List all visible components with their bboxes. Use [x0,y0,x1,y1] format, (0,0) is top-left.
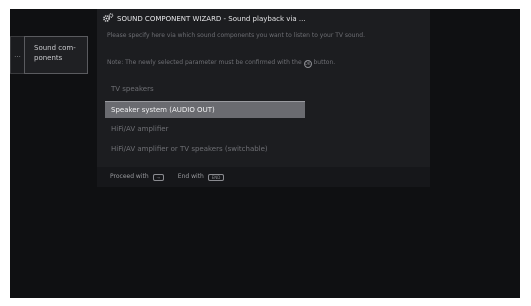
side-menu-item-label-line2: ponents [34,54,63,62]
option-tv-speakers[interactable]: TV speakers [105,81,405,98]
wizard-note-text-end: button. [313,59,336,66]
wizard-title: SOUND COMPONENT WIZARD - Sound playback … [117,14,306,23]
gear-icon [103,13,117,24]
wizard-title-bar: SOUND COMPONENT WIZARD - Sound playback … [103,13,306,24]
arrow-key-icon: → [152,174,164,181]
end-key-icon: END [207,174,225,181]
wizard-note: Note: The newly selected parameter must … [107,58,425,68]
side-menu-back[interactable]: ... [10,36,24,74]
option-speaker-system[interactable]: Speaker system (AUDIO OUT) [105,101,305,118]
proceed-label: Proceed with [110,173,149,180]
side-menu-item-sound-components[interactable]: Sound com- ponents [24,36,88,74]
option-list: TV speakers Speaker system (AUDIO OUT) H… [105,81,405,161]
ok-button-icon: OK [303,60,312,68]
wizard-footer: Proceed with → End with END [97,167,430,187]
sound-component-wizard: SOUND COMPONENT WIZARD - Sound playback … [97,9,430,187]
option-hifi-or-tv-speakers[interactable]: HiFi/AV amplifier or TV speakers (switch… [105,141,405,158]
tv-screen: ... Sound com- ponents SOUND COMPONENT W… [10,9,520,298]
wizard-description: Please specify here via which sound comp… [107,32,365,39]
end-label: End with [177,173,204,180]
wizard-note-text: Note: The newly selected parameter must … [107,59,302,66]
option-hifi-av-amplifier[interactable]: HiFi/AV amplifier [105,121,405,138]
side-menu-item-label-line1: Sound com- [34,44,76,52]
side-menu: ... Sound com- ponents [10,36,88,74]
